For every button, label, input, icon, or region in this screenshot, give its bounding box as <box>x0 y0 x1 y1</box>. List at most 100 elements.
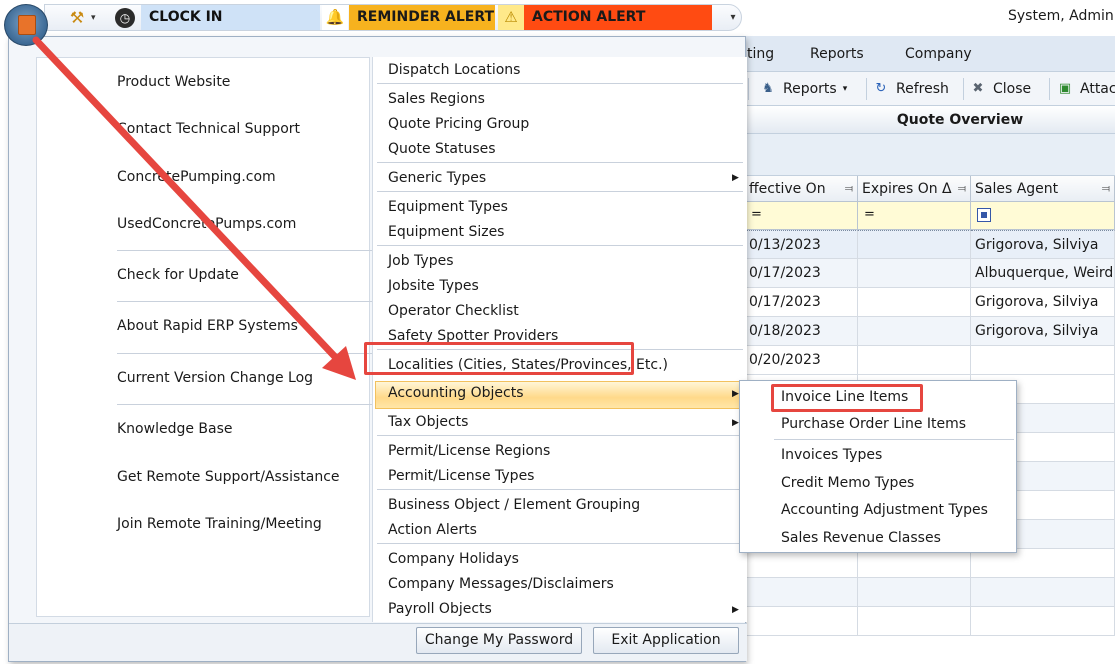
table-cell[interactable] <box>858 346 971 375</box>
empty-table-cell[interactable] <box>971 549 1115 578</box>
column-header-expires-on[interactable]: Expires On Δ ⫤ <box>858 176 971 202</box>
menu-item-company-holidays[interactable]: Company Holidays <box>388 551 519 567</box>
table-cell[interactable]: Grigorova, Silviya <box>971 317 1115 346</box>
clock-in-button[interactable]: CLOCK IN <box>141 5 320 30</box>
menu-divider <box>377 435 743 436</box>
filter-checkbox-icon[interactable] <box>977 207 991 222</box>
table-cell[interactable] <box>858 230 971 259</box>
column-header-label: Expires On Δ <box>862 181 952 197</box>
empty-table-cell[interactable] <box>858 607 971 636</box>
submenu-item-credit-memo-types[interactable]: Credit Memo Types <box>781 475 914 491</box>
refresh-button[interactable]: ↻ Refresh <box>872 80 949 98</box>
filter-cell-effective-on[interactable]: = <box>745 202 858 230</box>
menu-item-accounting-objects[interactable]: Accounting Objects <box>388 385 524 401</box>
filter-cell-sales-agent[interactable] <box>971 202 1115 230</box>
menu-item-equipment-sizes[interactable]: Equipment Sizes <box>388 224 504 240</box>
menu-item-usedconcretepumps[interactable]: UsedConcretePumps.com <box>117 216 296 232</box>
panel-toolbar-strip <box>745 134 1115 176</box>
pin-icon[interactable]: ⫤ <box>845 176 853 201</box>
application-menu-button[interactable] <box>4 4 48 46</box>
menu-item-permit-types[interactable]: Permit/License Types <box>388 468 534 484</box>
menu-item-dispatch-locations[interactable]: Dispatch Locations <box>388 62 520 78</box>
reports-icon: ♞ <box>762 81 774 96</box>
close-button[interactable]: ✖ Close <box>969 80 1032 98</box>
filter-cell-expires-on[interactable]: = <box>858 202 971 230</box>
menu-item-action-alerts[interactable]: Action Alerts <box>388 522 477 538</box>
menu-item-contact-support[interactable]: Contact Technical Support <box>117 121 300 137</box>
reminder-alert-button[interactable]: REMINDER ALERT <box>349 5 495 30</box>
chevron-down-icon[interactable]: ▾ <box>91 7 101 29</box>
menu-divider <box>117 301 391 302</box>
table-cell[interactable] <box>858 317 971 346</box>
empty-table-cell[interactable] <box>745 578 858 607</box>
menu-item-quote-statuses[interactable]: Quote Statuses <box>388 141 496 157</box>
menu-item-change-log[interactable]: Current Version Change Log <box>117 370 313 386</box>
table-cell[interactable]: Grigorova, Silviya <box>971 230 1115 259</box>
submenu-item-invoice-line-items[interactable]: Invoice Line Items <box>781 389 908 405</box>
menu-item-concretepumping[interactable]: ConcretePumping.com <box>117 169 276 185</box>
table-cell[interactable]: 0/13/2023 <box>745 230 858 259</box>
menu-item-company-messages[interactable]: Company Messages/Disclaimers <box>388 576 614 592</box>
clock-icon[interactable]: ◷ <box>115 8 135 28</box>
filter-operator[interactable]: = <box>864 207 875 222</box>
menu-item-product-website[interactable]: Product Website <box>117 74 230 90</box>
column-header-sales-agent[interactable]: Sales Agent ⫤ <box>971 176 1115 202</box>
warning-icon[interactable]: ⚠ <box>498 5 524 30</box>
tab-reports[interactable]: Reports <box>810 46 864 62</box>
bell-icon[interactable]: 🔔 <box>322 5 348 30</box>
menu-divider <box>377 245 743 246</box>
submenu-item-sales-revenue-classes[interactable]: Sales Revenue Classes <box>781 530 941 546</box>
empty-table-cell[interactable] <box>858 578 971 607</box>
table-cell[interactable] <box>971 346 1115 375</box>
table-cell[interactable]: Grigorova, Silviya <box>971 288 1115 317</box>
empty-table-cell[interactable] <box>745 607 858 636</box>
menu-item-permit-regions[interactable]: Permit/License Regions <box>388 443 550 459</box>
menu-item-check-update[interactable]: Check for Update <box>117 267 239 283</box>
action-alert-button[interactable]: ACTION ALERT <box>524 5 712 30</box>
empty-table-cell[interactable] <box>971 578 1115 607</box>
menu-item-knowledge-base[interactable]: Knowledge Base <box>117 421 233 437</box>
menu-item-sales-regions[interactable]: Sales Regions <box>388 91 485 107</box>
menu-item-generic-types[interactable]: Generic Types <box>388 170 486 186</box>
menu-item-operator-checklist[interactable]: Operator Checklist <box>388 303 519 319</box>
table-cell[interactable] <box>858 259 971 288</box>
submenu-item-accounting-adjustment-types[interactable]: Accounting Adjustment Types <box>781 502 988 518</box>
table-cell[interactable]: 0/20/2023 <box>745 346 858 375</box>
menu-item-tax-objects[interactable]: Tax Objects <box>388 414 468 430</box>
chevron-right-icon: ▶ <box>732 173 739 183</box>
table-cell[interactable]: Albuquerque, Weird <box>971 259 1115 288</box>
menu-item-remote-support[interactable]: Get Remote Support/Assistance <box>117 469 340 485</box>
menu-item-job-types[interactable]: Job Types <box>388 253 453 269</box>
empty-table-cell[interactable] <box>745 549 858 578</box>
empty-table-cell[interactable] <box>971 607 1115 636</box>
exit-application-button[interactable]: Exit Application <box>593 627 739 654</box>
menu-divider <box>117 353 391 354</box>
attach-button[interactable]: ▣ Attac <box>1056 80 1115 98</box>
menu-item-business-object-grouping[interactable]: Business Object / Element Grouping <box>388 497 640 513</box>
column-header-effective-on[interactable]: ffective On ⫤ <box>745 176 858 202</box>
table-cell[interactable]: 0/18/2023 <box>745 317 858 346</box>
reports-button[interactable]: ♞ Reports ▾ <box>759 80 847 98</box>
filter-operator[interactable]: = <box>751 207 762 222</box>
table-cell[interactable] <box>858 288 971 317</box>
menu-item-payroll-objects[interactable]: Payroll Objects <box>388 601 492 617</box>
tools-icon[interactable]: ⚒ <box>66 7 88 29</box>
table-cell[interactable]: 0/17/2023 <box>745 288 858 317</box>
menu-item-about[interactable]: About Rapid ERP Systems <box>117 318 298 334</box>
pin-icon[interactable]: ⫤ <box>1102 176 1110 201</box>
menu-item-quote-pricing-group[interactable]: Quote Pricing Group <box>388 116 529 132</box>
pin-icon[interactable]: ⫤ <box>958 176 966 201</box>
tab-company[interactable]: Company <box>905 46 972 62</box>
app-logo-icon <box>18 15 36 35</box>
tab-accounting[interactable]: ting <box>747 46 774 62</box>
menu-item-remote-training[interactable]: Join Remote Training/Meeting <box>117 516 322 532</box>
customize-toolbar-icon[interactable]: ▾ <box>726 9 740 27</box>
menu-item-equipment-types[interactable]: Equipment Types <box>388 199 508 215</box>
change-password-button[interactable]: Change My Password <box>416 627 582 654</box>
submenu-item-po-line-items[interactable]: Purchase Order Line Items <box>781 416 966 432</box>
table-cell[interactable]: 0/17/2023 <box>745 259 858 288</box>
menu-divider <box>377 191 743 192</box>
empty-table-cell[interactable] <box>858 549 971 578</box>
menu-item-jobsite-types[interactable]: Jobsite Types <box>388 278 479 294</box>
submenu-item-invoice-types[interactable]: Invoices Types <box>781 447 882 463</box>
